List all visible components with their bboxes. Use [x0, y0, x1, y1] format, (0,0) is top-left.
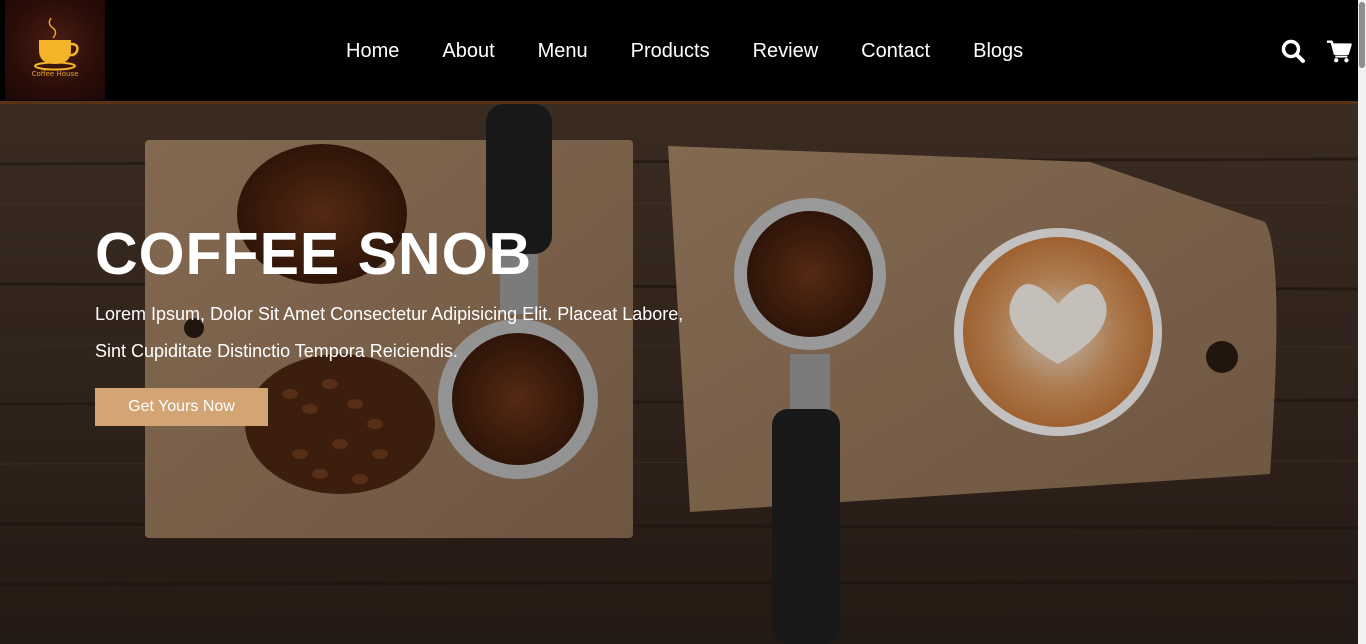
nav-about[interactable]: About	[442, 38, 494, 64]
cart-icon[interactable]	[1326, 38, 1352, 64]
page-scrollbar[interactable]	[1358, 0, 1366, 644]
logo[interactable]: Coffee House	[5, 0, 105, 100]
scrollbar-thumb[interactable]	[1359, 2, 1365, 68]
nav-contact[interactable]: Contact	[861, 38, 930, 64]
hero-title: COFFEE SNOB	[95, 221, 533, 287]
coffee-cup-logo-icon	[34, 17, 79, 71]
main-nav: Home About Menu Products Review Contact …	[346, 38, 1023, 64]
nav-review[interactable]: Review	[753, 38, 819, 64]
nav-products[interactable]: Products	[631, 38, 710, 64]
site-header: Coffee House Home About Menu Products Re…	[0, 0, 1366, 104]
hero-description: Lorem Ipsum, Dolor Sit Amet Consectetur …	[95, 304, 684, 361]
hero-background-image	[0, 104, 1358, 644]
nav-blogs[interactable]: Blogs	[973, 38, 1023, 64]
logo-text: Coffee House	[31, 70, 79, 78]
search-icon[interactable]	[1280, 38, 1306, 64]
nav-home[interactable]: Home	[346, 38, 399, 64]
nav-menu[interactable]: Menu	[538, 38, 588, 64]
hero-section: COFFEE SNOB Lorem Ipsum, Dolor Sit Amet …	[0, 104, 1358, 644]
header-icons	[1280, 38, 1352, 64]
get-yours-now-button[interactable]: Get Yours Now	[95, 388, 268, 426]
